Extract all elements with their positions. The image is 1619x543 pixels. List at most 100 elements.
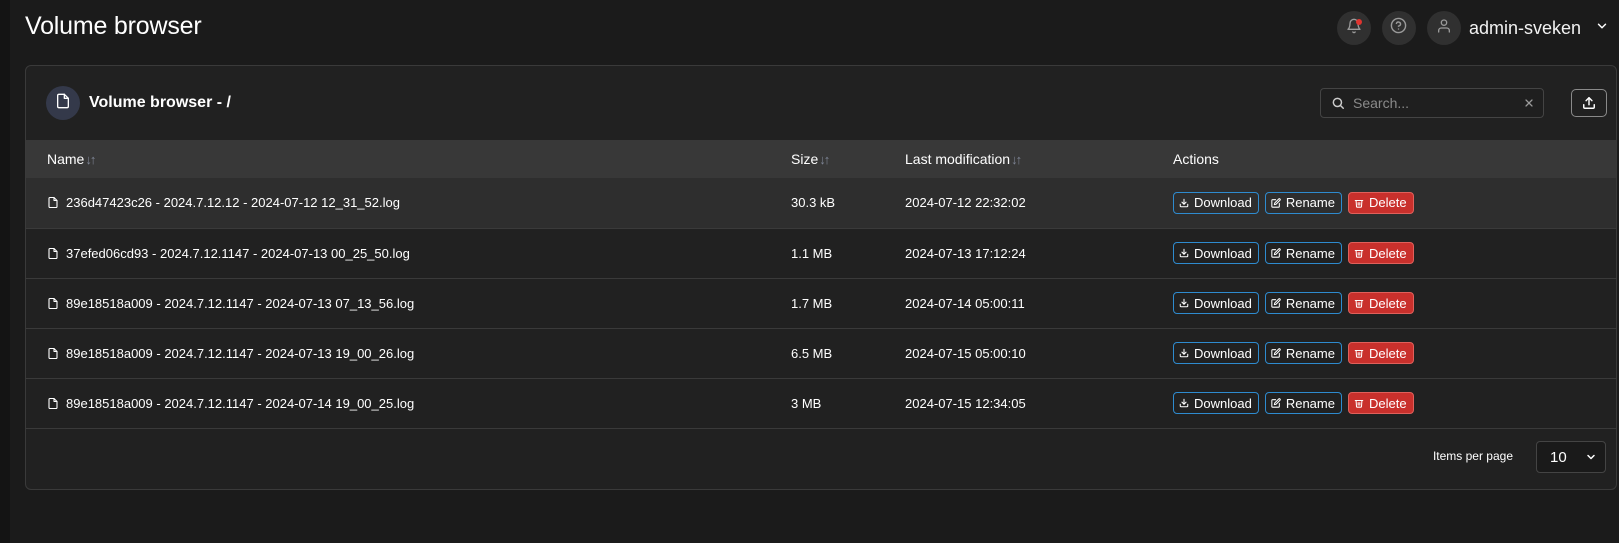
download-button[interactable]: Download	[1173, 191, 1259, 214]
rename-button[interactable]: Rename	[1264, 392, 1342, 414]
download-button[interactable]: Download	[1173, 242, 1259, 264]
file-name[interactable]: 89e18518a009 - 2024.7.12.1147 - 2024-07-…	[66, 296, 414, 311]
page-title: Volume browser	[25, 12, 202, 40]
actions-cell: Download Rename Delete	[1173, 228, 1616, 278]
file-icon	[47, 196, 66, 209]
file-name[interactable]: 37efed06cd93 - 2024.7.12.1147 - 2024-07-…	[66, 246, 410, 261]
delete-button[interactable]: Delete	[1347, 242, 1414, 264]
delete-label: Delete	[1368, 295, 1407, 311]
delete-button[interactable]: Delete	[1347, 342, 1414, 364]
sort-icon: ↓↑	[85, 152, 96, 167]
actions-cell: Download Rename Delete	[1173, 328, 1616, 378]
trash-icon	[1354, 348, 1369, 358]
rename-label: Rename	[1285, 195, 1335, 211]
file-icon	[47, 347, 66, 360]
sidebar-strip	[0, 0, 10, 543]
trash-icon	[1354, 398, 1369, 408]
actions-cell: Download Rename Delete	[1173, 278, 1616, 328]
file-name-cell: 89e18518a009 - 2024.7.12.1147 - 2024-07-…	[26, 378, 791, 428]
file-name-cell: 236d47423c26 - 2024.7.12.12 - 2024-07-12…	[26, 178, 791, 228]
download-icon	[1179, 398, 1194, 408]
delete-label: Delete	[1368, 195, 1407, 211]
file-size: 1.1 MB	[791, 245, 833, 261]
download-label: Download	[1194, 395, 1252, 411]
file-size: 1.7 MB	[791, 295, 833, 311]
trash-icon	[1354, 198, 1369, 208]
close-icon[interactable]	[1523, 97, 1535, 109]
notification-dot	[1355, 19, 1362, 25]
user-name: admin-sveken	[1468, 17, 1581, 38]
column-header-name[interactable]: Name↓↑	[26, 140, 791, 178]
last-modification: 2024-07-12 22:32:02	[905, 195, 1026, 211]
volume-browser-card: Volume browser - / Name↓↑ Size↓↑	[25, 65, 1617, 490]
edit-icon	[1271, 398, 1286, 408]
items-per-page-value: 10	[1550, 448, 1567, 466]
delete-button[interactable]: Delete	[1347, 191, 1414, 214]
edit-icon	[1271, 198, 1286, 208]
file-icon	[47, 297, 66, 310]
card-file-badge	[46, 86, 80, 120]
rename-button[interactable]: Rename	[1264, 242, 1342, 264]
chevron-down-icon	[1595, 19, 1609, 38]
column-header-last-modification[interactable]: Last modification↓↑	[905, 140, 1173, 178]
delete-label: Delete	[1368, 245, 1407, 261]
file-name[interactable]: 89e18518a009 - 2024.7.12.1147 - 2024-07-…	[66, 346, 414, 361]
files-table: Name↓↑ Size↓↑ Last modification↓↑ Action…	[26, 140, 1616, 429]
actions-cell: Download Rename Delete	[1173, 378, 1616, 428]
download-button[interactable]: Download	[1173, 342, 1259, 364]
avatar	[1426, 11, 1461, 45]
upload-button[interactable]	[1571, 89, 1607, 117]
rename-label: Rename	[1285, 295, 1335, 311]
table-row: 89e18518a009 - 2024.7.12.1147 - 2024-07-…	[26, 378, 1616, 428]
upload-icon	[1582, 96, 1596, 110]
search-box	[1320, 88, 1544, 118]
rename-label: Rename	[1285, 245, 1335, 261]
download-button[interactable]: Download	[1173, 292, 1259, 314]
file-name-cell: 89e18518a009 - 2024.7.12.1147 - 2024-07-…	[26, 328, 791, 378]
rename-button[interactable]: Rename	[1264, 292, 1342, 314]
column-label: Name	[47, 151, 85, 167]
card-header: Volume browser - /	[26, 66, 1616, 140]
last-modification: 2024-07-14 05:00:11	[905, 295, 1025, 311]
search-input[interactable]	[1351, 94, 1523, 112]
download-button[interactable]: Download	[1173, 392, 1259, 414]
column-label: Size	[791, 151, 819, 167]
table-row: 89e18518a009 - 2024.7.12.1147 - 2024-07-…	[26, 278, 1616, 328]
trash-icon	[1354, 248, 1369, 258]
items-per-page-label: Items per page	[1432, 449, 1513, 463]
file-name-cell: 89e18518a009 - 2024.7.12.1147 - 2024-07-…	[26, 278, 791, 328]
items-per-page-select[interactable]: 10	[1536, 441, 1606, 473]
top-actions: admin-sveken	[1326, 11, 1609, 45]
edit-icon	[1271, 298, 1286, 308]
notifications-button[interactable]	[1336, 11, 1371, 45]
file-name[interactable]: 89e18518a009 - 2024.7.12.1147 - 2024-07-…	[66, 396, 414, 411]
user-menu[interactable]: admin-sveken	[1426, 11, 1609, 45]
last-modification: 2024-07-15 05:00:10	[905, 345, 1026, 361]
delete-button[interactable]: Delete	[1347, 392, 1414, 414]
column-header-size[interactable]: Size↓↑	[791, 140, 905, 178]
trash-icon	[1354, 298, 1369, 308]
help-button[interactable]	[1381, 11, 1416, 45]
actions-cell: Download Rename Delete	[1173, 178, 1616, 228]
file-icon	[47, 247, 66, 260]
file-icon	[47, 397, 66, 410]
download-icon	[1179, 198, 1194, 208]
file-size: 30.3 kB	[791, 195, 836, 211]
rename-button[interactable]: Rename	[1264, 191, 1342, 214]
delete-button[interactable]: Delete	[1347, 292, 1414, 314]
column-header-actions: Actions	[1173, 140, 1616, 178]
file-size: 3 MB	[791, 395, 822, 411]
column-label: Actions	[1173, 151, 1219, 167]
rename-button[interactable]: Rename	[1264, 342, 1342, 364]
file-name-cell: 37efed06cd93 - 2024.7.12.1147 - 2024-07-…	[26, 228, 791, 278]
file-name[interactable]: 236d47423c26 - 2024.7.12.12 - 2024-07-12…	[66, 195, 400, 210]
edit-icon	[1271, 248, 1286, 258]
download-label: Download	[1194, 345, 1252, 361]
file-size: 6.5 MB	[791, 345, 833, 361]
table-row: 89e18518a009 - 2024.7.12.1147 - 2024-07-…	[26, 328, 1616, 378]
table-row: 236d47423c26 - 2024.7.12.12 - 2024-07-12…	[26, 178, 1616, 228]
download-icon	[1179, 298, 1194, 308]
card-title: Volume browser - /	[89, 94, 231, 111]
download-label: Download	[1194, 295, 1252, 311]
rename-label: Rename	[1285, 395, 1335, 411]
